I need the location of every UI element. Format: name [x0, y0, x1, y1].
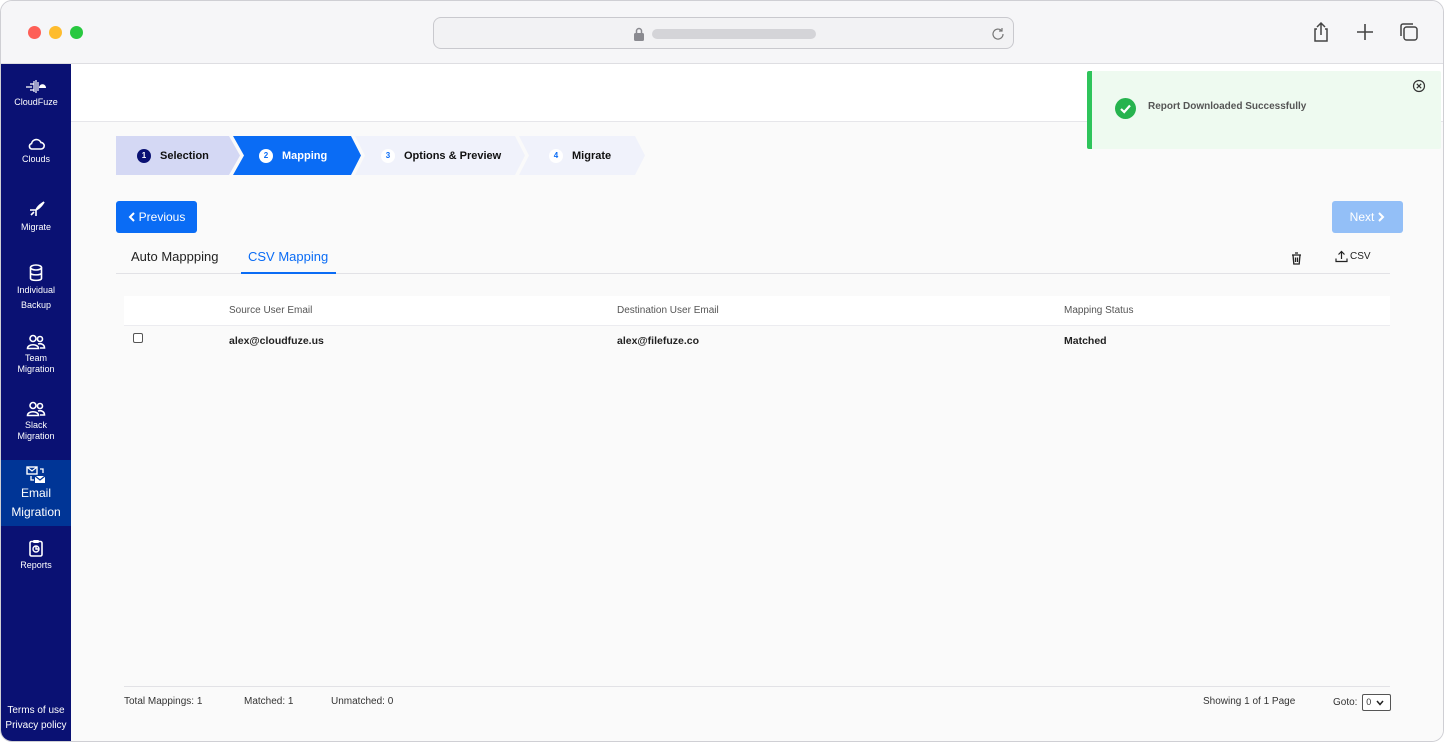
mapping-status-cell: Matched	[1064, 335, 1107, 347]
success-check-icon	[1115, 98, 1136, 119]
step-selection[interactable]: 1 Selection	[137, 136, 209, 175]
step-label: Mapping	[282, 149, 328, 162]
brand-name: CloudFuze	[14, 97, 58, 107]
goto-control: Goto: 0	[1333, 694, 1392, 711]
step-options-preview[interactable]: 3 Options & Preview	[381, 136, 501, 175]
browser-window: CloudFuze Clouds Migrate Individual Back…	[0, 0, 1444, 742]
csv-upload-button[interactable]: CSV	[1335, 250, 1371, 263]
sidebar-item-individual-backup[interactable]: Individual Backup	[1, 264, 71, 314]
goto-label: Goto:	[1333, 697, 1358, 709]
trash-icon[interactable]	[1291, 252, 1302, 265]
active-tab-indicator	[241, 272, 336, 274]
table-header: Source User Email Destination User Email…	[124, 296, 1390, 326]
terms-of-use-link[interactable]: Terms of use	[1, 703, 71, 718]
tab-auto-mapping[interactable]: Auto Mappping	[131, 249, 218, 264]
unmatched-count: Unmatched: 0	[331, 696, 394, 707]
chevron-left-icon	[128, 212, 135, 222]
sidebar-item-label-line2: Migration	[17, 364, 55, 374]
previous-button[interactable]: Previous	[116, 201, 197, 233]
destination-email-cell: alex@filefuze.co	[617, 335, 700, 347]
privacy-policy-link[interactable]: Privacy policy	[1, 718, 71, 733]
sidebar-item-migrate[interactable]: Migrate	[1, 201, 71, 233]
mapping-tabs: Auto Mappping CSV Mapping CSV	[116, 242, 1390, 274]
sidebar-item-label-line1: Slack	[24, 420, 47, 430]
column-header-destination: Destination User Email	[617, 305, 719, 316]
users-icon	[26, 401, 46, 417]
tab-csv-mapping[interactable]: CSV Mapping	[248, 249, 328, 264]
row-checkbox[interactable]	[133, 333, 143, 343]
report-icon	[29, 540, 43, 557]
sidebar-item-reports[interactable]: Reports	[1, 539, 71, 571]
sidebar-item-label-line1: Team	[24, 353, 47, 363]
sidebar-item-team-migration[interactable]: Team Migration	[1, 334, 71, 375]
source-email-cell: alex@cloudfuze.us	[229, 335, 324, 347]
cloud-icon	[28, 138, 45, 150]
maximize-window-button[interactable]	[70, 26, 83, 39]
step-number: 1	[137, 148, 151, 163]
close-window-button[interactable]	[28, 26, 41, 39]
step-label: Selection	[160, 149, 209, 162]
previous-button-label: Previous	[138, 210, 186, 224]
csv-upload-label: CSV	[1350, 251, 1371, 262]
total-mappings: Total Mappings: 1	[124, 696, 203, 707]
next-button-label: Next	[1349, 210, 1375, 224]
sidebar-item-label-line1: Individual	[16, 285, 56, 295]
address-bar[interactable]	[433, 17, 1014, 49]
sidebar-item-clouds[interactable]: Clouds	[1, 137, 71, 165]
step-migrate[interactable]: 4 Migrate	[549, 136, 611, 175]
step-mapping[interactable]: 2 Mapping	[259, 136, 327, 175]
sidebar-item-email-migration[interactable]: Email Migration	[1, 460, 71, 526]
step-number: 2	[259, 148, 273, 163]
email-transfer-icon	[26, 466, 46, 483]
sidebar-item-label: Reports	[20, 560, 52, 570]
sidebar-item-slack-migration[interactable]: Slack Migration	[1, 401, 71, 442]
url-placeholder	[652, 29, 816, 39]
goto-value: 0	[1366, 697, 1372, 707]
sidebar-item-label-line2: Backup	[20, 300, 52, 310]
cloudfuze-logo-icon	[26, 80, 46, 93]
sidebar-item-label-line1: Email	[20, 486, 51, 500]
chevron-down-icon	[1376, 700, 1384, 706]
step-number: 4	[549, 148, 563, 163]
page-info: Showing 1 of 1 Page	[1203, 696, 1296, 707]
brand-logo[interactable]: CloudFuze	[1, 78, 71, 108]
tab-overview-icon[interactable]	[1397, 20, 1421, 44]
sidebar-item-label-line2: Migration	[17, 431, 55, 441]
upload-icon	[1335, 250, 1348, 263]
column-header-status: Mapping Status	[1064, 305, 1134, 316]
next-button[interactable]: Next	[1332, 201, 1403, 233]
sidebar-item-label-line2: Migration	[11, 505, 61, 519]
share-icon[interactable]	[1309, 20, 1333, 44]
table-row: alex@cloudfuze.us alex@filefuze.co Match…	[124, 326, 1390, 354]
toast-message: Report Downloaded Successfully	[1148, 101, 1307, 112]
close-icon[interactable]	[1412, 79, 1426, 93]
sidebar: CloudFuze Clouds Migrate Individual Back…	[1, 64, 71, 741]
minimize-window-button[interactable]	[49, 26, 62, 39]
success-toast: Report Downloaded Successfully	[1087, 71, 1441, 149]
users-icon	[26, 334, 46, 350]
footer-divider	[124, 686, 1390, 687]
main-content: 1 Selection 2 Mapping 3 Options & Previe…	[71, 64, 1443, 741]
new-tab-icon[interactable]	[1353, 20, 1377, 44]
step-number: 3	[381, 148, 395, 163]
reload-icon[interactable]	[990, 26, 1006, 42]
lock-icon	[634, 27, 644, 41]
step-label: Options & Preview	[404, 149, 502, 162]
goto-page-select[interactable]: 0	[1362, 694, 1392, 711]
rocket-icon	[30, 201, 45, 216]
browser-toolbar	[1, 1, 1443, 64]
step-label: Migrate	[572, 149, 612, 162]
sidebar-item-label: Migrate	[20, 222, 51, 232]
sidebar-item-label: Clouds	[21, 154, 50, 164]
matched-count: Matched: 1	[244, 696, 294, 707]
chevron-right-icon	[1378, 212, 1385, 222]
column-header-source: Source User Email	[229, 305, 313, 316]
database-icon	[29, 264, 43, 282]
